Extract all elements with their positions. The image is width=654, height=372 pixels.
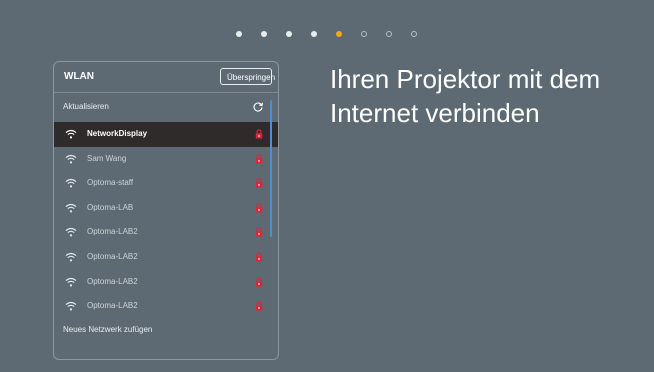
wifi-icon <box>65 154 77 164</box>
wifi-icon <box>65 203 77 213</box>
wifi-icon <box>65 302 77 311</box>
step-indicator <box>236 28 436 40</box>
network-name: Sam Wang <box>87 153 127 163</box>
page-headline: Ihren Projektor mit dem Internet verbind… <box>330 64 601 128</box>
lock-icon <box>255 154 263 164</box>
network-name: Optoma-LAB <box>87 202 134 212</box>
lock-icon <box>255 203 263 213</box>
step-dot-4 <box>311 31 317 37</box>
step-dot-3 <box>286 31 292 37</box>
network-name: NetworkDisplay <box>87 129 148 138</box>
lock-icon <box>255 227 263 237</box>
list-scrollbar[interactable] <box>270 100 272 237</box>
network-list: NetworkDisplay Sam Wang Optoma-staff Optoma… <box>54 122 278 319</box>
network-row[interactable]: Optoma-LAB2 <box>54 270 278 295</box>
network-row[interactable]: Optoma-staff <box>54 171 278 196</box>
wifi-icon <box>65 129 77 139</box>
lock-icon <box>255 252 263 262</box>
network-row[interactable]: Sam Wang <box>54 147 278 172</box>
wifi-icon <box>65 228 77 237</box>
refresh-row[interactable]: Aktualisieren <box>54 98 278 116</box>
network-name: Optoma-LAB2 <box>87 251 138 261</box>
network-row[interactable]: Optoma-LAB2 <box>54 220 278 245</box>
step-dot-1 <box>236 31 242 37</box>
lock-icon <box>255 276 263 287</box>
lock-icon <box>255 301 263 311</box>
wifi-icon <box>65 179 77 188</box>
refresh-label: Aktualisieren <box>63 102 109 111</box>
network-row[interactable]: Optoma-LAB <box>54 196 278 221</box>
step-dot-2 <box>261 31 267 37</box>
header-divider <box>54 92 278 93</box>
network-name: Optoma-LAB2 <box>87 276 138 286</box>
lock-icon <box>255 178 263 188</box>
skip-button[interactable]: Überspringen <box>220 68 275 85</box>
step-dot-7 <box>386 31 392 37</box>
lock-icon <box>255 129 263 139</box>
network-name: Optoma-LAB2 <box>87 227 138 237</box>
network-row[interactable]: NetworkDisplay <box>54 122 278 147</box>
network-row[interactable]: Optoma-LAB2 <box>54 294 278 319</box>
refresh-icon[interactable] <box>252 101 264 113</box>
add-network-link[interactable]: Neues Netzwerk zufügen <box>63 325 152 334</box>
step-dot-5 <box>336 31 342 37</box>
wlan-panel-title: WLAN <box>64 71 94 82</box>
network-row[interactable]: Optoma-LAB2 <box>54 245 278 270</box>
step-dot-8 <box>411 31 417 37</box>
network-name: Optoma-staff <box>87 178 134 188</box>
step-dot-6 <box>361 31 367 37</box>
network-name: Optoma-LAB2 <box>87 301 138 311</box>
wlan-panel: WLAN Überspringen Aktualisieren NetworkD… <box>53 61 279 360</box>
wlan-panel-header: WLAN Überspringen <box>54 62 278 92</box>
wifi-icon <box>65 252 77 262</box>
wifi-icon <box>65 277 77 287</box>
